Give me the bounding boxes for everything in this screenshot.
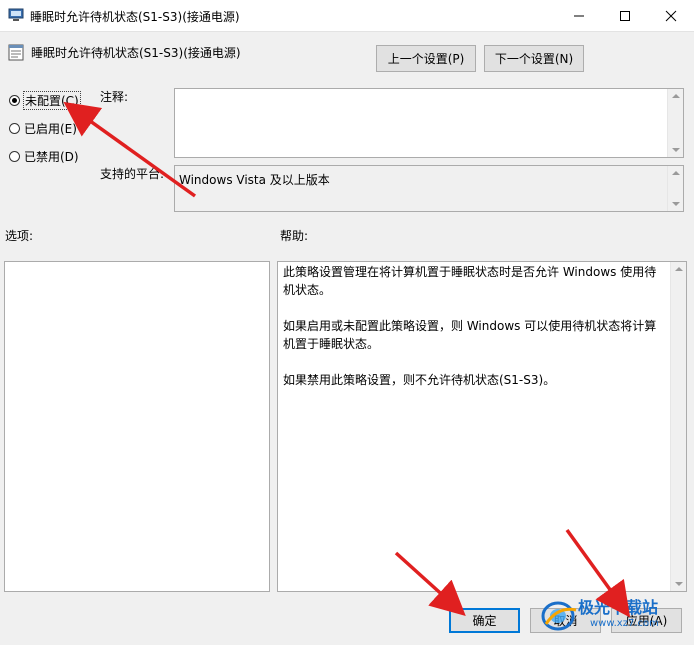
help-scrollbar[interactable] bbox=[670, 262, 686, 591]
platform-scrollbar[interactable] bbox=[667, 166, 683, 211]
window-title: 睡眠时允许待机状态(S1-S3)(接通电源) bbox=[30, 10, 240, 24]
policy-window-icon bbox=[8, 8, 24, 21]
watermark-url: www.xz7.com bbox=[590, 618, 659, 629]
radio-label: 已启用(E) bbox=[24, 122, 77, 136]
watermark-text: 极光下载站 bbox=[578, 598, 659, 617]
minimize-button[interactable] bbox=[556, 0, 602, 31]
maximize-icon bbox=[620, 10, 630, 21]
close-icon bbox=[665, 10, 677, 21]
help-label: 帮助: bbox=[280, 229, 309, 243]
radio-label: 未配置(C) bbox=[23, 91, 81, 110]
radio-button[interactable] bbox=[9, 123, 20, 134]
scroll-up-icon[interactable] bbox=[672, 171, 680, 175]
scroll-down-icon[interactable] bbox=[675, 582, 683, 586]
scroll-up-icon[interactable] bbox=[675, 267, 683, 271]
scroll-up-icon[interactable] bbox=[672, 94, 680, 98]
radio-button[interactable] bbox=[9, 151, 20, 162]
policy-setting-icon bbox=[8, 44, 24, 61]
comment-label: 注释: bbox=[100, 90, 129, 104]
options-panel bbox=[4, 261, 270, 592]
policy-title: 睡眠时允许待机状态(S1-S3)(接通电源) bbox=[31, 46, 241, 60]
radio-not-configured[interactable]: 未配置(C) bbox=[9, 91, 81, 110]
ok-button[interactable]: 确定 bbox=[449, 608, 520, 633]
comment-textarea[interactable] bbox=[174, 88, 684, 158]
minimize-icon bbox=[574, 15, 584, 16]
help-paragraph: 此策略设置管理在将计算机置于睡眠状态时是否允许 Windows 使用待机状态。 bbox=[283, 265, 657, 297]
scroll-down-icon[interactable] bbox=[672, 148, 680, 152]
scroll-down-icon[interactable] bbox=[672, 202, 680, 206]
next-setting-button[interactable]: 下一个设置(N) bbox=[484, 45, 584, 72]
previous-setting-button[interactable]: 上一个设置(P) bbox=[376, 45, 476, 72]
radio-disabled[interactable]: 已禁用(D) bbox=[9, 148, 79, 165]
supported-platform-value: Windows Vista 及以上版本 bbox=[179, 173, 330, 187]
maximize-button[interactable] bbox=[602, 0, 648, 31]
close-button[interactable] bbox=[648, 0, 694, 31]
comment-scrollbar[interactable] bbox=[667, 89, 683, 157]
radio-label: 已禁用(D) bbox=[24, 150, 79, 164]
help-paragraph: 如果启用或未配置此策略设置，则 Windows 可以使用待机状态将计算机置于睡眠… bbox=[283, 319, 657, 351]
supported-platform-label: 支持的平台: bbox=[100, 167, 165, 181]
help-text: 此策略设置管理在将计算机置于睡眠状态时是否允许 Windows 使用待机状态。 … bbox=[283, 263, 663, 407]
options-label: 选项: bbox=[5, 229, 34, 243]
radio-enabled[interactable]: 已启用(E) bbox=[9, 120, 77, 137]
radio-button[interactable] bbox=[9, 95, 20, 106]
help-paragraph: 如果禁用此策略设置，则不允许待机状态(S1-S3)。 bbox=[283, 373, 556, 387]
